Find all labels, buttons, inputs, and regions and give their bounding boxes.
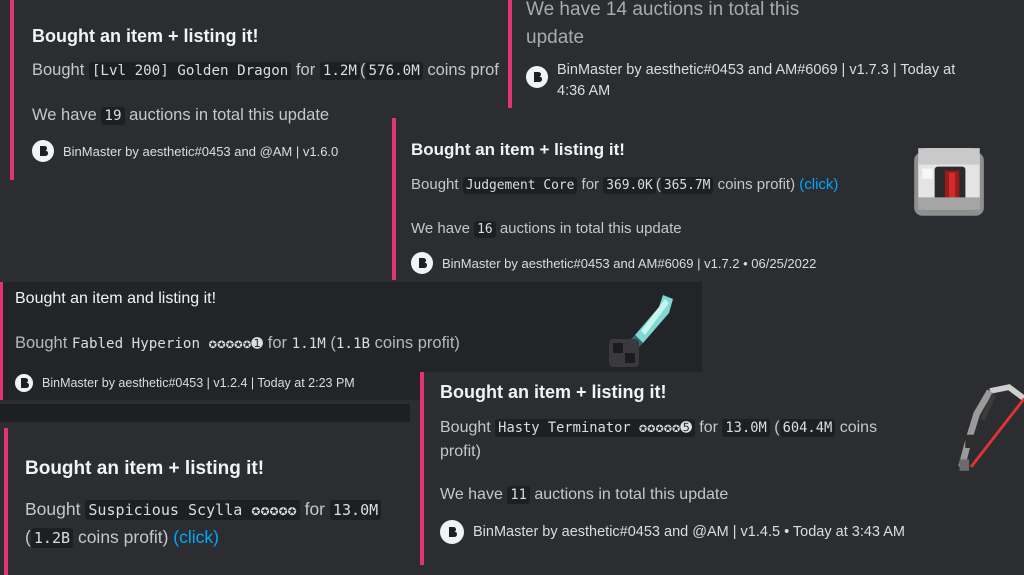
binmaster-logo-icon <box>440 520 464 544</box>
auction-total: We have 14 auctions in total this update <box>526 0 800 48</box>
embed-footer: BinMaster by aesthetic#0453 and AM#6069 … <box>411 252 816 274</box>
item-name: [Lvl 200] Golden Dragon <box>88 62 292 80</box>
price: 1.2M <box>319 62 360 80</box>
price: 13.0M <box>722 419 770 437</box>
terminator-bow-icon <box>958 384 1024 471</box>
embed-title: Bought an item + listing it! <box>440 382 667 402</box>
hyperion-sword-icon <box>609 295 673 367</box>
item-name: Suspicious Scylla ✪✪✪✪✪ <box>85 500 300 520</box>
profit: 365.7M <box>660 177 714 194</box>
embed-description: Bought Suspicious Scylla ✪✪✪✪✪ for 13.0M… <box>25 496 405 552</box>
price: 13.0M <box>329 500 382 520</box>
embed-description: Bought Fabled Hyperion ✪✪✪✪✪➊ for 1.1M (… <box>15 334 460 352</box>
auction-total: We have 16 auctions in total this update <box>411 220 682 238</box>
profit: 604.4M <box>779 419 836 437</box>
embed-title: Bought an item + listing it! <box>25 458 265 479</box>
item-name: Hasty Terminator ✪✪✪✪✪➎ <box>495 419 695 437</box>
embed-14-auctions: We have 14 auctions in total this update… <box>508 0 1024 108</box>
embed-title: Bought an item + listing it! <box>32 26 259 46</box>
embed-suspicious-scylla: Bought an item + listing it! Bought Susp… <box>4 428 408 575</box>
profit: 1.2B <box>30 528 74 548</box>
click-link[interactable]: (click) <box>799 176 838 193</box>
embed-footer: BinMaster by aesthetic#0453 and @AM | v1… <box>32 140 338 162</box>
embed-judgement-core: Bought an item + listing it! Bought Judg… <box>392 118 1024 280</box>
embed-footer: BinMaster by aesthetic#0453 | v1.2.4 | T… <box>15 374 355 392</box>
item-name: Judgement Core <box>462 177 578 194</box>
auction-total: We have 11 auctions in total this update <box>440 486 729 504</box>
embed-hasty-terminator: Bought an item + listing it! Bought Hast… <box>420 372 1024 565</box>
embed-footer: BinMaster by aesthetic#0453 and @AM | v1… <box>440 520 905 544</box>
click-link[interactable]: (click) <box>173 527 219 547</box>
price: 369.0K <box>603 177 656 194</box>
auction-total: We have 19 auctions in total this update <box>32 106 330 125</box>
profit: 1.1B <box>335 336 371 352</box>
binmaster-logo-icon <box>411 252 433 274</box>
embed-description: Bought [Lvl 200] Golden Dragon for 1.2M(… <box>32 61 500 80</box>
embed-title: Bought an item and listing it! <box>15 290 217 307</box>
binmaster-logo-icon <box>526 66 548 88</box>
binmaster-logo-icon <box>15 374 33 392</box>
embed-footer: BinMaster by aesthetic#0453 and AM#6069 … <box>526 60 955 102</box>
judgement-core-icon <box>914 148 984 216</box>
profit: 576.0M <box>365 62 423 80</box>
binmaster-logo-icon <box>32 140 54 162</box>
message-divider <box>0 404 410 422</box>
embed-description: Bought Hasty Terminator ✪✪✪✪✪➎ for 13.0M… <box>440 419 878 460</box>
embed-title: Bought an item + listing it! <box>411 140 625 159</box>
item-name: Fabled Hyperion ✪✪✪✪✪➊ <box>71 336 264 352</box>
embed-description: Bought Judgement Core for 369.0K(365.7M … <box>411 176 839 194</box>
price: 1.1M <box>291 336 326 352</box>
